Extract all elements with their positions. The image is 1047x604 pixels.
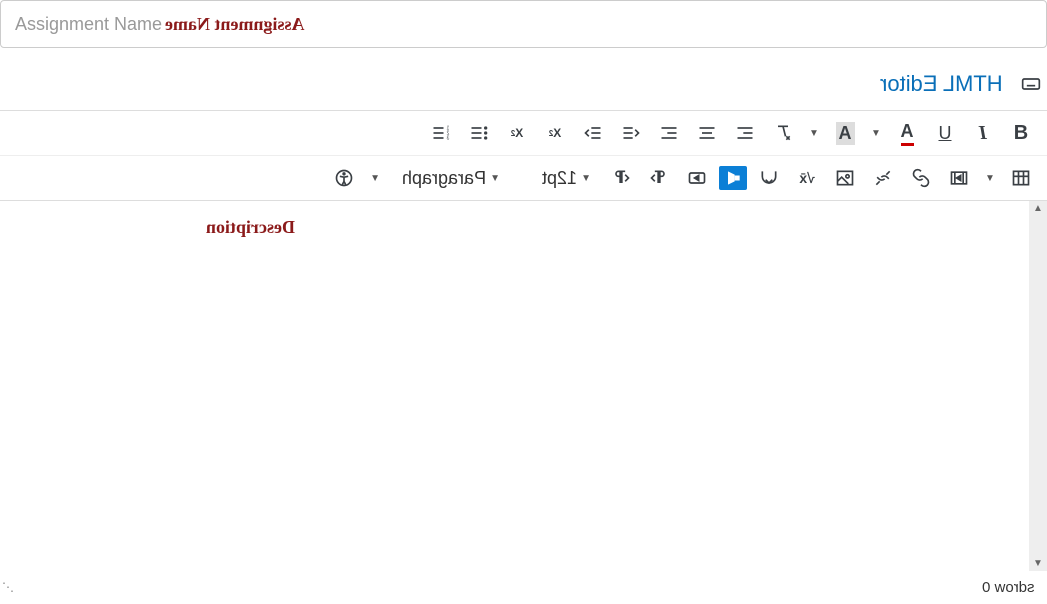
underline-button[interactable]: U: [929, 117, 961, 149]
font-size-select[interactable]: 12pt ▼: [534, 168, 599, 189]
superscript-button[interactable]: X2: [539, 117, 571, 149]
embed-button[interactable]: [753, 162, 785, 194]
ltr-button[interactable]: [643, 162, 675, 194]
align-left-button[interactable]: [729, 117, 761, 149]
paragraph-select[interactable]: Paragraph ▼: [394, 168, 508, 189]
description-label: Description: [206, 217, 295, 238]
image-button[interactable]: [829, 162, 861, 194]
record-media-button[interactable]: [719, 166, 747, 190]
number-list-button[interactable]: 123: [425, 117, 457, 149]
bullet-list-button[interactable]: [463, 117, 495, 149]
editor-scrollbar[interactable]: ▲ ▼: [1029, 201, 1047, 571]
table-button[interactable]: [1005, 162, 1037, 194]
word-count: 0 words: [982, 579, 1035, 596]
align-center-button[interactable]: [691, 117, 723, 149]
toolbar-row-2: ▼ √x̄ 12pt ▼: [0, 156, 1047, 200]
clear-formatting-button[interactable]: [767, 117, 799, 149]
outdent-button[interactable]: [615, 117, 647, 149]
accessibility-checker-button[interactable]: [328, 162, 360, 194]
align-right-button[interactable]: [653, 117, 685, 149]
toolbar-row-1: B I U A ▼ A ▼ X2 X2 123: [0, 111, 1047, 156]
rtl-button[interactable]: [605, 162, 637, 194]
svg-text:3: 3: [446, 136, 449, 142]
keyboard-icon[interactable]: [1015, 68, 1047, 100]
chevron-down-icon: ▼: [490, 173, 500, 184]
html-editor-link[interactable]: HTML Editor: [880, 71, 1003, 97]
paragraph-value: Paragraph: [402, 168, 486, 189]
resize-handle[interactable]: ⋰: [2, 580, 14, 594]
table-dropdown[interactable]: ▼: [981, 162, 999, 194]
bg-color-dropdown[interactable]: ▼: [805, 117, 823, 149]
scroll-down-icon[interactable]: ▼: [1033, 558, 1043, 569]
text-color-button[interactable]: A: [891, 117, 923, 149]
chevron-down-icon: ▼: [581, 173, 591, 184]
unlink-button[interactable]: [867, 162, 899, 194]
insert-button[interactable]: [681, 162, 713, 194]
bold-button[interactable]: B: [1005, 117, 1037, 149]
more-dropdown[interactable]: ▼: [366, 162, 384, 194]
bg-color-button[interactable]: A: [829, 117, 861, 149]
media-button[interactable]: [943, 162, 975, 194]
indent-button[interactable]: [577, 117, 609, 149]
subscript-button[interactable]: X2: [501, 117, 533, 149]
equation-button[interactable]: √x̄: [791, 162, 823, 194]
scroll-up-icon[interactable]: ▲: [1033, 203, 1043, 214]
editor-toolbar: B I U A ▼ A ▼ X2 X2 123: [0, 110, 1047, 201]
text-color-dropdown[interactable]: ▼: [867, 117, 885, 149]
link-button[interactable]: [905, 162, 937, 194]
assignment-name-input[interactable]: [0, 0, 1047, 48]
italic-button[interactable]: I: [967, 117, 999, 149]
editor-content-area[interactable]: Description: [0, 201, 1029, 571]
font-size-value: 12pt: [542, 168, 577, 189]
